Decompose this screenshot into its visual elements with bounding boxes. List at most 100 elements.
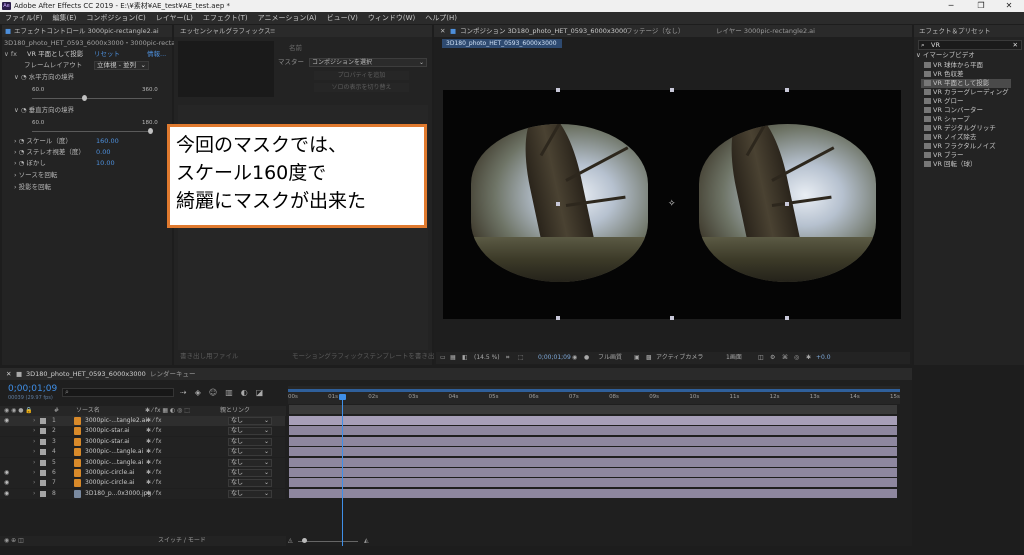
time-ruler[interactable]: 00s 01s 02s 03s 04s 05s 06s 07s 08s 09s 10s 11s 12s 1… [288,386,900,404]
menu-edit[interactable]: 編集(E) [48,12,82,24]
effect-item[interactable]: VR 色収差 [924,70,964,79]
switch-icons[interactable]: ✱ ⁄ fx [146,468,162,478]
effect-item[interactable]: VR シャープ [924,115,970,124]
switch-icons[interactable]: ✱ ⁄ fx [146,416,162,426]
layer-track-bar[interactable] [289,488,897,498]
reset-link[interactable]: リセット [94,49,120,59]
transform-handle[interactable] [556,316,560,320]
layer-track-bar[interactable] [289,468,897,477]
transform-handle[interactable] [670,88,674,92]
master-dropdown[interactable]: コンポジションを選択 ⌄ [309,58,427,67]
menu-icon[interactable]: ≡ [270,25,275,37]
add-properties-button[interactable]: プロパティを追加 [314,71,409,80]
effects-presets-tab[interactable]: エフェクト＆プリセット [914,25,1024,37]
effect-item-selected[interactable]: VR 平面として投影 [921,79,1011,88]
layer-name[interactable]: 3000pic-...tangle.ai [85,458,143,468]
region-icon[interactable]: ⬚ [518,352,524,364]
h-fov-slider-handle[interactable] [82,95,87,101]
layer-row[interactable]: › 3 3000pic-star.ai ✱ ⁄ fx なし ⌄ [0,436,285,447]
layer-name[interactable]: 3000pic-star.ai [85,437,130,447]
work-area-bar[interactable] [288,389,900,392]
anchor-point-icon[interactable]: ✧ [668,199,676,209]
camera-snapshot-icon[interactable]: ◉ [572,352,577,364]
switch-icons[interactable]: ✱ ⁄ fx [146,447,162,457]
maximize-icon[interactable]: ❐ [966,0,996,12]
expand-icon[interactable]: › [33,489,35,499]
shy-icon[interactable]: ☺ [209,388,225,397]
resolution-dropdown[interactable]: フル画質 [598,352,622,364]
playhead[interactable] [339,394,347,546]
v-fov-slider[interactable] [32,131,152,132]
export-mogrt-button[interactable]: モーショングラフィックステンプレートを書き出し [292,351,441,361]
flowchart-icon[interactable]: ⌘ [782,352,788,364]
transform-handle[interactable] [670,316,674,320]
effect-item[interactable]: VR デジタルグリッチ [924,124,996,133]
label-color-icon[interactable] [40,449,46,456]
label-color-icon[interactable] [40,480,46,487]
effect-item[interactable]: VR ブラー [924,151,964,160]
projection-rotation-row[interactable]: › 投影を回転 [14,182,51,192]
zoom-value[interactable]: (14.5 %) [474,352,500,364]
label-color-icon[interactable] [40,459,46,466]
layer-track-bar[interactable] [289,426,897,436]
close-icon[interactable]: ✕ [6,368,11,380]
menu-effect[interactable]: エフェクト(T) [198,12,253,24]
comp-timecode[interactable]: 0;00;01;09 [538,352,571,364]
transform-handle[interactable] [785,316,789,320]
transform-handle[interactable] [556,202,560,206]
about-link[interactable]: 情報... [147,49,166,59]
composition-viewer[interactable]: ✧ [443,90,901,319]
eye-icon[interactable]: ◉ [4,489,9,499]
transform-handle[interactable] [785,202,789,206]
effect-item[interactable]: VR 球体から平面 [924,61,983,70]
expand-icon[interactable]: › [33,478,35,488]
layer-track-bar[interactable] [289,447,897,457]
label-color-icon[interactable] [40,418,46,424]
clear-icon[interactable]: ✕ [1013,41,1018,49]
blur-value[interactable]: 10.00 [96,158,115,168]
parent-dropdown[interactable]: なし ⌄ [228,469,272,477]
layer-search-input[interactable]: ⌕ [62,388,174,397]
layer-row[interactable]: ◉ › 1 3000pic-...tangle2.ai ✱ ⁄ fx なし ⌄ [0,416,285,426]
layer-name[interactable]: 3000pic-star.ai [85,426,130,436]
minimize-icon[interactable]: ─ [936,0,966,12]
footage-tab[interactable]: フッテージ（なし） [626,25,684,37]
export-file-button[interactable]: 書き出し用ファイル [180,351,239,361]
views-dropdown[interactable]: 1画面 [726,352,742,364]
switches-modes-toggle[interactable]: スイッチ / モード [158,536,206,546]
eye-icon[interactable]: ◉ [4,416,9,426]
parent-dropdown[interactable]: なし ⌄ [228,427,272,436]
color-icon[interactable]: ● [584,352,589,364]
transform-handle[interactable] [556,88,560,92]
layer-row[interactable]: › 5 3000pic-...tangle.ai ✱ ⁄ fx なし ⌄ [0,457,285,468]
expand-icon[interactable]: › [33,458,35,468]
effects-search-field[interactable]: ⌕ VR ✕ [918,40,1022,50]
parent-dropdown[interactable]: なし ⌄ [228,489,272,498]
effect-controls-tab[interactable]: ■ エフェクトコントロール 3000pic-rectangle2.ai [2,25,172,37]
menu-layer[interactable]: レイヤー(L) [151,12,198,24]
effect-header[interactable]: ∨ fx VR 平面として投影 [4,49,83,59]
layer-tab[interactable]: レイヤー 3000pic-rectangle2.ai [716,25,815,37]
v-fov-slider-handle[interactable] [148,128,153,134]
effect-item[interactable]: VR カラーグレーディング [924,88,1009,97]
mask-icon[interactable]: ◧ [462,352,468,364]
switch-icons[interactable]: ✱ ⁄ fx [146,426,162,436]
layer-row[interactable]: ◉ › 6 3000pic-circle.ai ✱ ⁄ fx なし ⌄ [0,468,285,478]
solo-toggle-button[interactable]: ソロの表示を切り替え [314,83,409,92]
timeline-timecode[interactable]: 0;00;01;09 [8,384,57,394]
category-immersive-video[interactable]: ∨ イマーシブビデオ [916,51,975,60]
footer-icons[interactable]: ◉ ⊕ ◫ [4,536,24,546]
draft-3d-icon[interactable]: ◈ [195,388,209,397]
expand-icon[interactable]: › [33,426,35,436]
parent-dropdown[interactable]: なし ⌄ [228,417,272,425]
layer-track-bar[interactable] [289,436,897,446]
render-icon[interactable]: ◎ [794,352,799,364]
stereo-value[interactable]: 0.00 [96,147,110,157]
menu-file[interactable]: ファイル(F) [0,12,48,24]
expand-icon[interactable]: › [33,437,35,447]
scale-value[interactable]: 160.00 [96,136,119,146]
toggle-icon[interactable]: ◫ [758,352,764,364]
essential-graphics-tab[interactable]: エッセンシャルグラフィックス ≡ [174,25,432,37]
switch-icons[interactable]: ✱ ⁄ fx [146,478,162,488]
effect-item[interactable]: VR 回転（球） [924,160,977,169]
